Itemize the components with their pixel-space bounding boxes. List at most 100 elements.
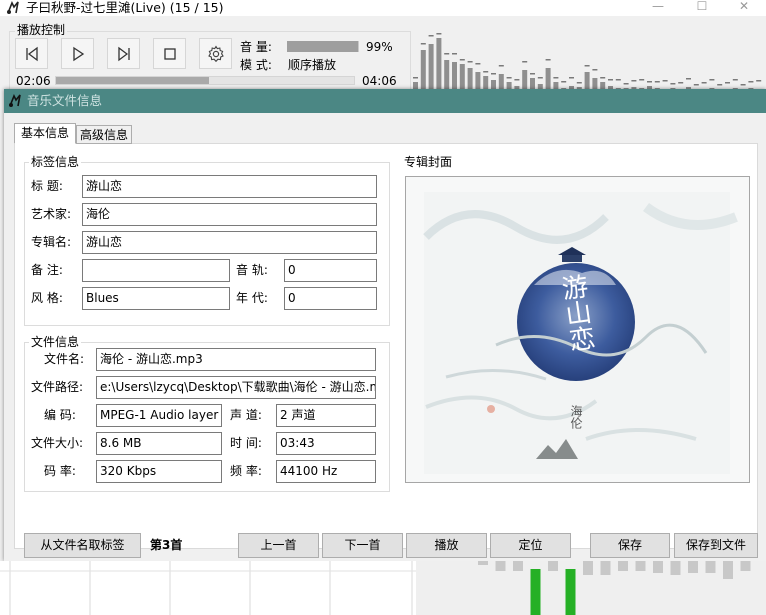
total-time: 04:06: [362, 74, 397, 88]
codec-label: 编 码:: [44, 408, 76, 422]
bitrate-field[interactable]: 320 Kbps: [96, 460, 222, 483]
mixer-level-bar: [478, 561, 488, 565]
volume-value: 99%: [366, 40, 393, 54]
samplerate-label: 频 率:: [230, 464, 262, 478]
spectrum-peak: [436, 33, 442, 35]
spectrum-peak: [576, 82, 582, 84]
close-icon[interactable]: ✕: [722, 0, 766, 16]
volume-slider[interactable]: [287, 41, 359, 52]
codec-field[interactable]: MPEG-1 Audio layer: [96, 404, 222, 427]
play-song-button[interactable]: 播放: [406, 533, 487, 558]
spectrum-bar: [420, 50, 426, 90]
spectrum-peak: [459, 59, 465, 61]
spectrum-peak: [553, 77, 559, 79]
album-field[interactable]: 游山恋: [82, 231, 377, 254]
background-playlist-area: [0, 561, 766, 615]
progress-slider-fill: [56, 77, 209, 84]
filename-field[interactable]: 海伦 - 游山恋.mp3: [96, 348, 376, 371]
spectrum-bar: [522, 70, 528, 90]
mixer-level-bar: [600, 561, 611, 575]
bitrate-label: 码 率:: [44, 464, 76, 478]
spectrum-bar: [459, 64, 465, 90]
genre-label: 风 格:: [31, 291, 63, 305]
stop-button[interactable]: [153, 38, 186, 69]
title-field[interactable]: 游山恋: [82, 175, 377, 198]
spectrum-peak: [506, 77, 512, 79]
spectrum-peak: [662, 80, 668, 82]
spectrum-bar: [444, 60, 450, 90]
maximize-icon[interactable]: ☐: [680, 0, 724, 16]
spectrum-peak: [670, 83, 676, 85]
spectrum-peak: [709, 79, 715, 81]
next-track-button[interactable]: [107, 38, 140, 69]
track-label: 音 轨:: [236, 263, 268, 277]
tab-advanced-info[interactable]: 高级信息: [76, 125, 132, 144]
cover-art: 游山恋 海伦: [406, 177, 749, 482]
minimize-icon[interactable]: —: [636, 0, 680, 16]
spectrum-peak: [452, 53, 457, 55]
spectrum-peak: [740, 84, 746, 86]
progress-slider[interactable]: [55, 76, 355, 85]
prev-track-button[interactable]: [15, 38, 48, 69]
play-button[interactable]: [61, 38, 94, 69]
mixer-level-bar: [653, 561, 663, 573]
spectrum-peak: [413, 77, 418, 79]
album-cover-image[interactable]: 游山恋 海伦: [405, 176, 750, 483]
spectrum-peak: [717, 84, 723, 86]
from-filename-button[interactable]: 从文件名取标签: [24, 533, 141, 558]
artist-field[interactable]: 海伦: [82, 203, 377, 226]
path-label: 文件路径:: [31, 380, 84, 394]
comment-field[interactable]: [82, 259, 230, 282]
spectrum-peak: [420, 43, 426, 45]
mixer-level-bar: [618, 561, 628, 571]
filename-label: 文件名:: [44, 352, 85, 366]
mixer-level-bar-active: [530, 569, 541, 615]
samplerate-field[interactable]: 44100 Hz: [276, 460, 376, 483]
track-field[interactable]: 0: [284, 259, 377, 282]
app-logo-icon: [7, 1, 19, 14]
mode-value[interactable]: 顺序播放: [288, 55, 336, 75]
spectrum-peak: [647, 81, 652, 83]
year-field[interactable]: 0: [284, 287, 377, 310]
playlist-pane: [0, 561, 416, 615]
playback-group-label: 播放控制: [15, 23, 68, 37]
spectrum-bar: [428, 44, 434, 90]
spectrum-bar: [436, 38, 442, 90]
year-label: 年 代:: [236, 291, 268, 305]
mixer-level-bar: [513, 561, 523, 571]
save-button[interactable]: 保存: [590, 533, 670, 558]
mixer-level-bar: [670, 561, 681, 575]
tab-basic-info[interactable]: 基本信息: [14, 123, 76, 144]
spectrum-bar: [498, 74, 504, 90]
spectrum-bar: [467, 68, 473, 90]
next-song-button[interactable]: 下一首: [322, 533, 403, 558]
channels-field[interactable]: 2 声道: [276, 404, 376, 427]
spectrum-peak: [428, 35, 434, 37]
cover-art-artist: 海伦: [569, 404, 583, 430]
spectrum-peak: [615, 79, 621, 81]
spectrum-peak: [748, 81, 754, 83]
mixer-level-bar: [705, 561, 716, 573]
mixer-level-bar: [583, 561, 593, 575]
spectrum-bar: [584, 72, 590, 90]
prev-song-button[interactable]: 上一首: [238, 533, 319, 558]
genre-field[interactable]: Blues: [82, 287, 230, 310]
stop-icon: [164, 48, 176, 60]
comment-label: 备 注:: [31, 263, 63, 277]
duration-field[interactable]: 03:43: [276, 432, 376, 455]
spectrum-peak: [537, 77, 543, 79]
spectrum-peak: [725, 82, 730, 84]
locate-button[interactable]: 定位: [490, 533, 571, 558]
path-field[interactable]: e:\Users\lzycq\Desktop\下载歌曲\海伦 - 游山恋.m: [96, 376, 376, 399]
settings-button[interactable]: [199, 38, 232, 69]
spectrum-peak: [693, 84, 699, 86]
mixer-level-bar: [740, 561, 751, 571]
save-to-file-button[interactable]: 保存到文件: [674, 533, 758, 558]
mixer-level-bar: [548, 561, 558, 571]
spectrum-peak: [654, 81, 660, 83]
track-number-label: 第3首: [150, 538, 183, 552]
play-icon: [73, 46, 85, 62]
gear-icon: [208, 45, 224, 63]
dialog-title: 音乐文件信息: [27, 93, 103, 108]
filesize-field[interactable]: 8.6 MB: [96, 432, 222, 455]
